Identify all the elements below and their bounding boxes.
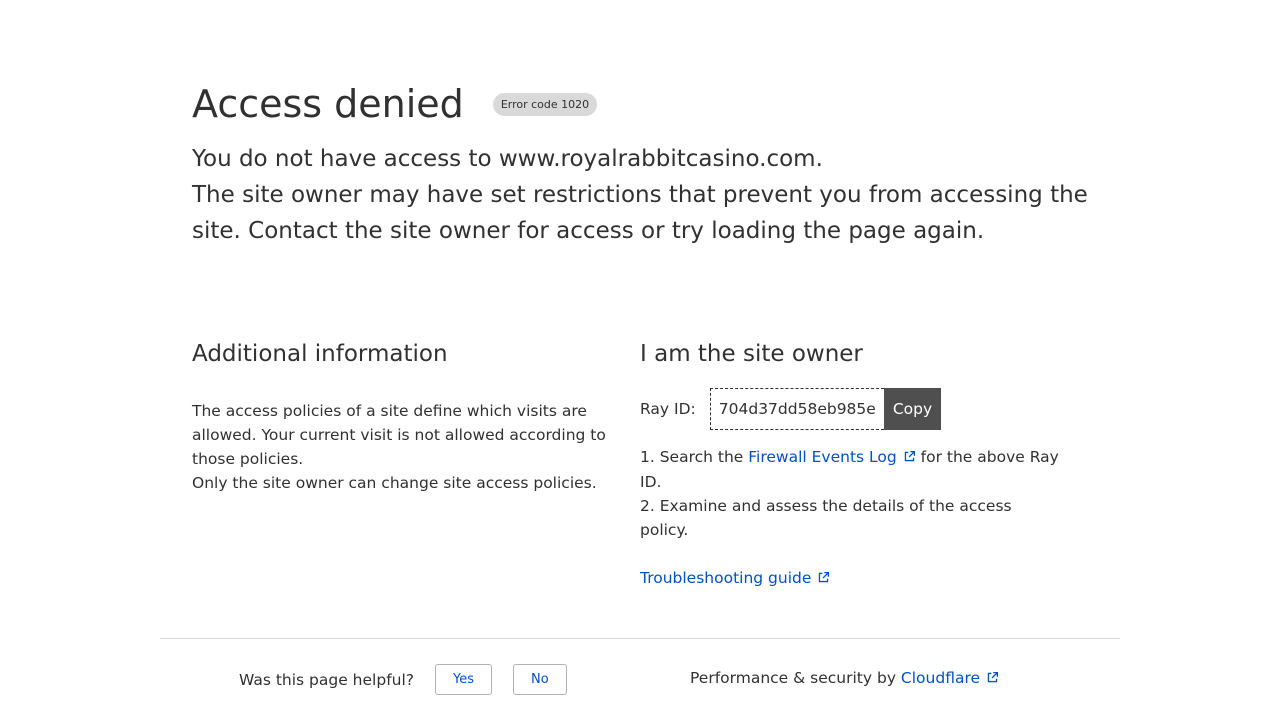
ray-id-value[interactable]: 704d37dd58eb985e [709,388,884,430]
performance-text: Performance & security by [690,669,901,687]
site-owner-heading: I am the site owner [640,341,863,367]
lead-line-access: You do not have access to www.royalrabbi… [192,146,823,172]
performance-credit: Performance & security by Cloudflare [690,666,999,691]
external-link-icon [817,567,830,591]
cloudflare-link[interactable]: Cloudflare [901,669,999,687]
owner-steps: 1. Search the Firewall Events Log for th… [640,445,1060,542]
error-code-badge: Error code 1020 [492,93,598,116]
additional-info-para2: Only the site owner can change site acce… [192,474,597,492]
ray-id-row: Ray ID: 704d37dd58eb985e Copy [640,388,1060,430]
step-2: 2. Examine and assess the details of the… [640,497,1012,539]
firewall-events-log-label[interactable]: Firewall Events Log [748,448,896,466]
additional-info-heading: Additional information [192,341,448,367]
firewall-events-log-link[interactable]: Firewall Events Log [748,448,915,466]
additional-info-section: Additional information The access polici… [192,336,614,495]
header: Access denied Error code 1020 You do not… [192,78,1092,249]
additional-info-body: The access policies of a site define whi… [192,399,614,495]
lead-line-restrictions: The site owner may have set restrictions… [192,182,1088,244]
title-row: Access denied Error code 1020 [192,78,1092,130]
lead-text: You do not have access to www.royalrabbi… [192,141,1092,249]
step-1: 1. Search the Firewall Events Log for th… [640,445,1060,494]
page: Access denied Error code 1020 You do not… [0,0,1280,720]
troubleshooting-guide-link[interactable]: Troubleshooting guide [640,569,830,587]
cloudflare-label[interactable]: Cloudflare [901,669,980,687]
footer-divider [160,638,1120,639]
ray-id-label: Ray ID: [640,400,696,418]
additional-info-para1: The access policies of a site define whi… [192,402,606,468]
external-link-icon [986,667,999,691]
troubleshooting: Troubleshooting guide [640,566,1060,591]
site-owner-section: I am the site owner Ray ID: 704d37dd58eb… [640,336,1060,591]
copy-button[interactable]: Copy [883,388,942,430]
external-link-icon [903,446,916,470]
feedback-section: Was this page helpful? Yes No [239,664,588,695]
no-button[interactable]: No [513,664,567,695]
page-title: Access denied [192,82,464,126]
troubleshooting-guide-label[interactable]: Troubleshooting guide [640,569,811,587]
yes-button[interactable]: Yes [435,664,493,695]
step1-prefix: 1. Search the [640,448,749,466]
helpful-question: Was this page helpful? [239,670,415,689]
